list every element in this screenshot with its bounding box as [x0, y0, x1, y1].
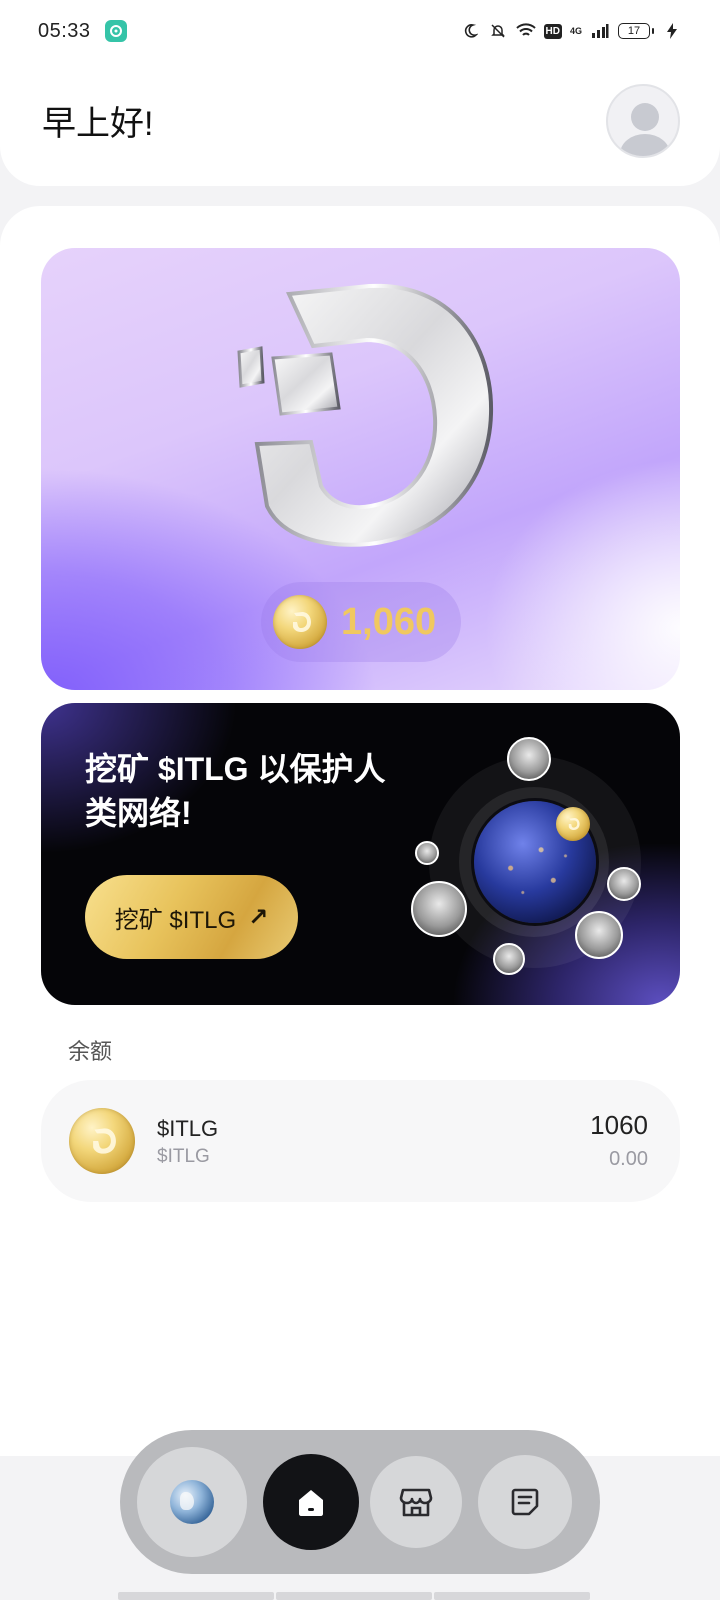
itlg-coin-icon	[69, 1108, 135, 1174]
avatar-head-shape	[631, 103, 659, 131]
charging-icon	[662, 21, 682, 41]
system-gesture-bar	[276, 1592, 432, 1600]
asset-amount: 1060	[590, 1110, 648, 1140]
main-panel: 1,060 挖矿 $ITLG 以保护人类网络! 挖矿 $ITLG ↗ 余额 $I…	[0, 206, 720, 1456]
battery-indicator: 17	[618, 23, 654, 39]
user-face-avatar	[507, 737, 551, 781]
wifi-icon	[515, 21, 536, 41]
user-face-avatar	[411, 881, 467, 937]
hero-card: 1,060	[41, 248, 680, 690]
system-gesture-bar	[434, 1592, 590, 1600]
avatar-body-shape	[620, 134, 670, 156]
hero-amount: 1,060	[341, 600, 437, 643]
header: 早上好!	[0, 62, 720, 186]
status-bar-left: 05:33	[38, 20, 127, 43]
asset-name: $ITLG	[157, 1116, 219, 1141]
hd-badge: HD	[543, 23, 562, 39]
status-bar-right: HD 4G 17	[460, 21, 682, 41]
battery-level: 17	[618, 23, 650, 39]
nav-item-store[interactable]	[370, 1456, 462, 1548]
user-face-avatar	[493, 943, 525, 975]
system-gesture-bar	[118, 1592, 274, 1600]
globe-icon	[170, 1480, 214, 1524]
moon-icon	[460, 21, 480, 41]
app-notification-icon	[104, 20, 127, 42]
store-icon	[399, 1488, 433, 1517]
signal-icon	[590, 21, 610, 41]
mine-itlg-button[interactable]: 挖矿 $ITLG ↗	[85, 875, 298, 959]
user-face-avatar	[607, 867, 641, 901]
asset-fiat-value: 0.00	[609, 1148, 648, 1170]
itlg-coin-icon	[556, 807, 590, 841]
nav-item-explore[interactable]	[137, 1447, 247, 1557]
asset-symbol: $ITLG	[157, 1146, 210, 1167]
hero-balance-pill: 1,060	[261, 582, 461, 662]
network-type: 4G	[569, 25, 582, 36]
itlg-coin-icon	[273, 595, 327, 649]
chrome-logo-icon	[237, 283, 494, 547]
arrow-up-right-icon: ↗	[248, 903, 269, 931]
nav-item-documents[interactable]	[478, 1455, 572, 1549]
profile-avatar[interactable]	[606, 84, 680, 158]
user-face-avatar	[575, 911, 623, 959]
document-icon	[511, 1488, 539, 1516]
asset-row-itlg[interactable]: $ITLG $ITLG 1060 0.00	[41, 1080, 680, 1202]
status-time: 05:33	[38, 19, 91, 42]
battery-nub	[652, 28, 654, 34]
home-icon	[299, 1490, 323, 1516]
bell-muted-icon	[488, 21, 508, 41]
bottom-nav	[120, 1430, 600, 1574]
user-face-avatar	[415, 841, 439, 865]
mining-banner[interactable]: 挖矿 $ITLG 以保护人类网络! 挖矿 $ITLG ↗	[41, 703, 680, 1005]
network-orbit-illustration	[411, 731, 671, 991]
mining-banner-title: 挖矿 $ITLG 以保护人类网络!	[85, 751, 386, 831]
mine-button-label: 挖矿 $ITLG	[114, 906, 237, 934]
status-bar: 05:33 HD 4G 17	[0, 0, 720, 62]
greeting-title: 早上好!	[42, 104, 154, 143]
nav-item-home[interactable]	[263, 1454, 359, 1550]
balance-section-label: 余额	[68, 1039, 113, 1064]
